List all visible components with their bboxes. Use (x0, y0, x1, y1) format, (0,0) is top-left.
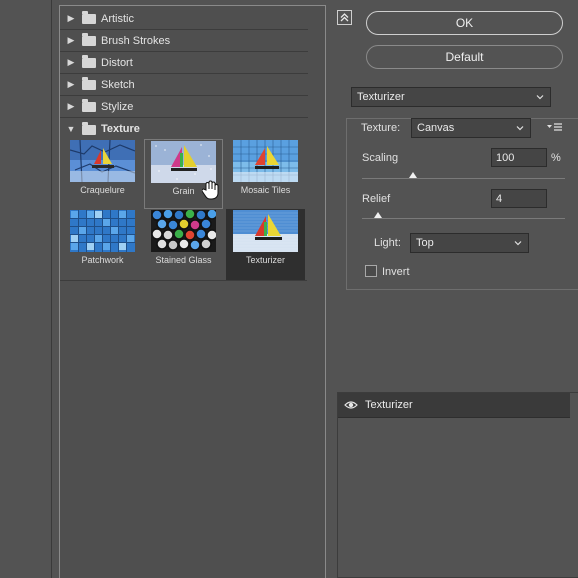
scaling-unit: % (551, 152, 561, 164)
thumbnail-label: Stained Glass (155, 255, 212, 265)
folder-icon (82, 121, 96, 135)
eye-icon[interactable] (344, 400, 358, 410)
filter-select-value: Texturizer (357, 91, 405, 103)
category-label: Texture (101, 123, 140, 135)
effect-layer-row[interactable]: Texturizer (338, 393, 570, 417)
filter-thumb-texturizer[interactable]: Texturizer (226, 209, 305, 281)
scaling-slider-track[interactable] (362, 178, 565, 179)
category-label: Distort (101, 56, 133, 69)
folder-icon (82, 11, 96, 24)
expand-arrow-icon: ▶ (67, 101, 75, 111)
thumbnail-image (70, 140, 135, 182)
folder-icon (82, 99, 96, 112)
texture-label: Texture: (361, 122, 401, 134)
category-distort[interactable]: ▶ Distort (60, 52, 308, 74)
effect-layers-panel (337, 392, 578, 578)
scaling-input[interactable]: 100 (491, 148, 547, 167)
filter-thumb-patchwork[interactable]: Patchwork (63, 209, 142, 279)
thumbnail-label: Patchwork (81, 255, 124, 265)
chevron-down-icon (514, 241, 522, 246)
folder-icon (82, 77, 96, 90)
filter-gallery-panel: ▶ Artistic ▶ Brush Strokes ▶ Distort ▶ S… (59, 5, 326, 578)
hand-cursor-icon (202, 180, 219, 200)
thumbnail-label: Texturizer (245, 255, 285, 265)
texture-select[interactable]: Canvas (411, 118, 531, 138)
thumbnail-image (70, 210, 135, 252)
filter-select[interactable]: Texturizer (351, 87, 551, 107)
folder-icon (82, 55, 96, 68)
texture-menu-icon[interactable] (547, 122, 563, 132)
scaling-label: Scaling (362, 152, 399, 164)
invert-label: Invert (382, 266, 410, 278)
layer-divider (338, 417, 570, 418)
expand-arrow-icon: ▶ (67, 35, 75, 45)
relief-slider-track[interactable] (362, 218, 565, 219)
default-button[interactable]: Default (366, 45, 563, 69)
collapse-arrow-icon: ▼ (66, 124, 76, 134)
thumbnail-image (151, 141, 216, 183)
filter-thumb-stained-glass[interactable]: Stained Glass (144, 209, 223, 279)
filter-thumb-craquelure[interactable]: Craquelure (63, 139, 142, 209)
double-chevron-up-icon (340, 13, 349, 22)
thumbnail-image (233, 140, 298, 182)
filter-thumb-mosaic-tiles[interactable]: Mosaic Tiles (226, 139, 305, 209)
category-label: Stylize (101, 100, 134, 113)
expand-arrow-icon: ▶ (67, 57, 75, 67)
chevron-down-icon (516, 126, 524, 131)
left-panel-strip (0, 0, 52, 578)
category-texture[interactable]: ▼ Texture (60, 118, 308, 140)
category-label: Sketch (101, 78, 135, 91)
thumbnail-image (151, 210, 216, 252)
gallery-divider (60, 280, 307, 281)
thumbnail-label: Craquelure (80, 185, 125, 195)
category-artistic[interactable]: ▶ Artistic (60, 8, 308, 30)
relief-input[interactable]: 4 (491, 189, 547, 208)
folder-icon (82, 33, 96, 46)
category-label: Brush Strokes (101, 34, 171, 47)
scaling-slider-thumb[interactable] (408, 172, 417, 178)
relief-slider-thumb[interactable] (374, 212, 383, 218)
thumbnail-label: Mosaic Tiles (240, 185, 291, 195)
ok-button[interactable]: OK (366, 11, 563, 35)
effect-layer-name: Texturizer (365, 399, 413, 411)
texture-select-value: Canvas (417, 122, 455, 134)
thumbnail-label: Grain (172, 186, 195, 196)
relief-label: Relief (362, 193, 391, 205)
category-brush-strokes[interactable]: ▶ Brush Strokes (60, 30, 308, 52)
category-stylize[interactable]: ▶ Stylize (60, 96, 308, 118)
collapse-gallery-button[interactable] (337, 10, 352, 25)
light-select[interactable]: Top (410, 233, 529, 253)
filter-thumb-grain[interactable]: Grain (144, 139, 223, 209)
thumbnail-image (233, 210, 298, 252)
invert-checkbox[interactable] (365, 265, 377, 277)
expand-arrow-icon: ▶ (67, 79, 75, 89)
light-select-value: Top (416, 237, 434, 249)
chevron-down-icon (536, 95, 544, 100)
expand-arrow-icon: ▶ (67, 13, 75, 23)
category-label: Artistic (101, 12, 134, 25)
light-label: Light: (374, 237, 401, 249)
category-sketch[interactable]: ▶ Sketch (60, 74, 308, 96)
